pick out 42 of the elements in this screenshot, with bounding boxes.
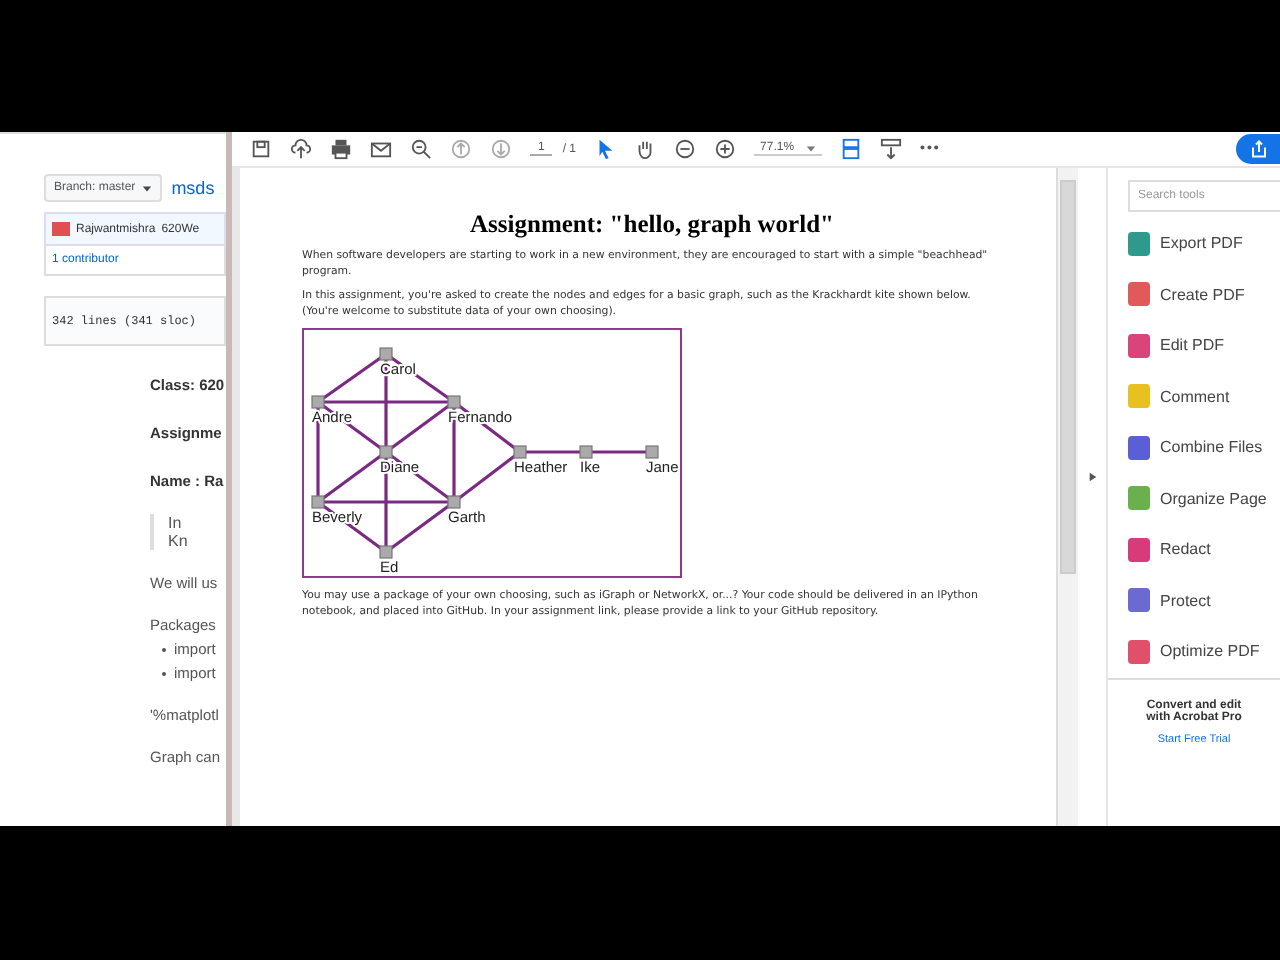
avatar-icon — [52, 222, 70, 236]
tool-item[interactable]: Create PDF — [1128, 269, 1280, 320]
mail-icon[interactable] — [370, 138, 392, 160]
page-display-icon[interactable] — [840, 138, 863, 160]
document-title: Assignment: "hello, graph world" — [468, 208, 836, 242]
repo-link[interactable]: msds — [171, 178, 215, 198]
graph-node — [447, 396, 461, 410]
scroll-mode-icon[interactable] — [880, 138, 903, 160]
tool-item[interactable]: Comment — [1128, 371, 1280, 422]
graph-node — [513, 446, 527, 460]
zoom-in-circle-icon[interactable] — [714, 138, 737, 160]
share-icon — [1249, 140, 1267, 158]
share-button[interactable] — [1236, 134, 1280, 164]
tool-item[interactable]: Protect — [1128, 575, 1280, 626]
graph-node — [447, 496, 461, 510]
graph-node — [379, 348, 393, 362]
tool-item[interactable]: Export PDF — [1128, 218, 1280, 269]
graph-node — [311, 496, 325, 510]
graph-node — [579, 446, 593, 460]
graph-node — [379, 546, 393, 560]
tool-item[interactable]: Redact — [1128, 524, 1280, 575]
quote-text: In — [168, 514, 184, 532]
caret-icon — [141, 183, 152, 193]
hand-icon[interactable] — [634, 138, 657, 160]
expand-arrow-icon[interactable] — [1087, 470, 1097, 484]
graph-node — [379, 446, 393, 460]
zoom-out-icon[interactable] — [410, 138, 432, 160]
tool-item[interactable]: Edit PDF — [1128, 320, 1280, 371]
vertical-scrollbar[interactable] — [1056, 168, 1078, 826]
zoom-out-circle-icon[interactable] — [674, 138, 697, 160]
tool-item[interactable]: Combine Files — [1128, 422, 1280, 473]
caret-icon — [806, 143, 817, 153]
scrollbar-thumb[interactable] — [1060, 180, 1076, 574]
save-icon[interactable] — [250, 138, 272, 160]
pointer-icon[interactable] — [594, 138, 617, 160]
tool-item[interactable]: Organize Page — [1128, 473, 1280, 524]
tool-item[interactable]: Optimize PDF — [1128, 626, 1280, 677]
graph-node — [645, 446, 659, 460]
cloud-upload-icon[interactable] — [290, 138, 312, 160]
print-icon[interactable] — [330, 138, 352, 160]
graph-node — [311, 396, 325, 410]
quote-text: Kn — [168, 532, 190, 550]
